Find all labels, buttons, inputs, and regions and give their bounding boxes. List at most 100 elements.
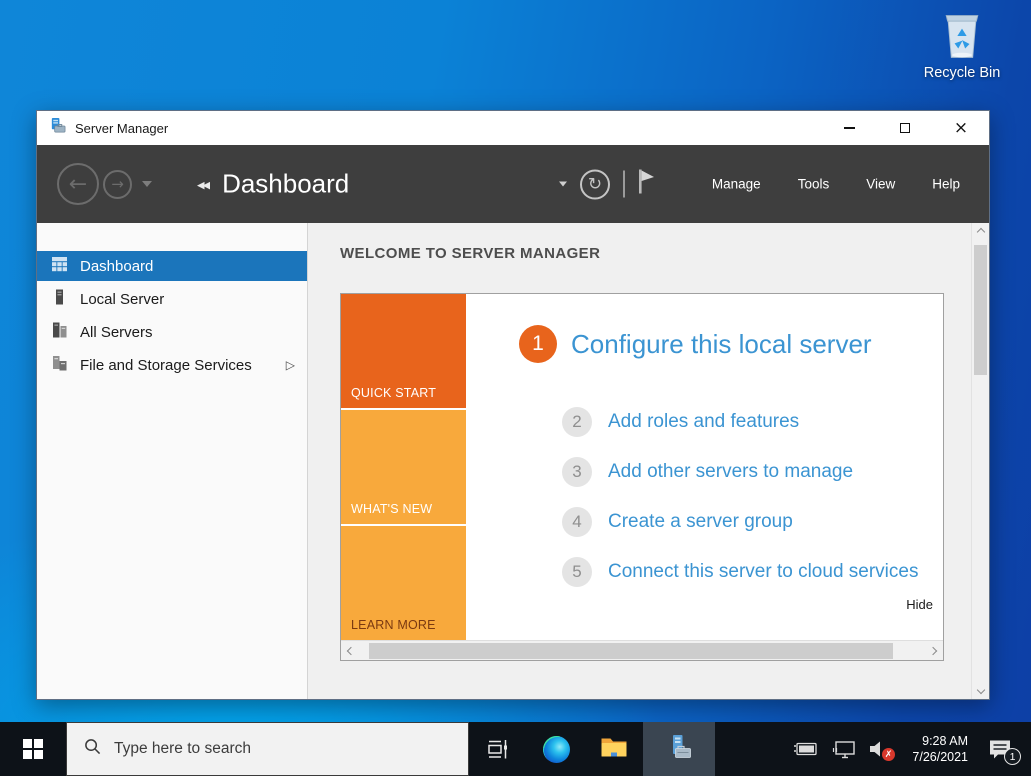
- step-link-label: Configure this local server: [571, 329, 872, 360]
- server-manager-app-icon: [49, 117, 66, 139]
- sidebar-item-label: Dashboard: [80, 258, 153, 275]
- taskbar-search[interactable]: [66, 722, 469, 776]
- close-icon: ×: [954, 120, 968, 137]
- taskbar-clock[interactable]: 9:28 AM 7/26/2021: [902, 733, 968, 766]
- clock-time: 9:28 AM: [902, 733, 968, 749]
- action-center-button[interactable]: 1: [987, 737, 1013, 761]
- taskbar: ✗ 9:28 AM 7/26/2021 1: [0, 722, 1031, 776]
- step-link-label: Add other servers to manage: [608, 461, 853, 483]
- local-server-icon: [51, 289, 68, 309]
- step-add-roles-features[interactable]: 2 Add roles and features: [562, 407, 799, 437]
- title-bar[interactable]: Server Manager ×: [37, 111, 989, 145]
- sidebar-item-label: Local Server: [80, 291, 164, 308]
- sidebar-item-label: All Servers: [80, 324, 153, 341]
- folder-icon: [600, 735, 628, 763]
- sidebar-item-local-server[interactable]: Local Server: [37, 284, 307, 314]
- hide-link[interactable]: Hide: [906, 597, 933, 612]
- welcome-heading: WELCOME TO SERVER MANAGER: [340, 245, 600, 262]
- step-number-badge: 5: [562, 557, 592, 587]
- breadcrumb-page-title: Dashboard: [222, 169, 349, 200]
- server-manager-icon: [665, 733, 693, 766]
- navigation-bar: ← → ◂◂ Dashboard ↻ Manage: [37, 145, 989, 223]
- window-title: Server Manager: [75, 121, 168, 136]
- menu-tools[interactable]: Tools: [798, 177, 830, 192]
- content-vertical-scrollbar[interactable]: [971, 223, 989, 699]
- step-create-server-group[interactable]: 4 Create a server group: [562, 507, 793, 537]
- sidebar-item-label: File and Storage Services: [80, 357, 252, 374]
- maximize-icon: [900, 123, 910, 133]
- menu-view[interactable]: View: [866, 177, 895, 192]
- minimize-button[interactable]: [821, 111, 877, 145]
- sidebar-item-all-servers[interactable]: All Servers: [37, 317, 307, 347]
- step-link-label: Add roles and features: [608, 411, 799, 433]
- recycle-bin[interactable]: Recycle Bin: [912, 10, 1012, 81]
- step-number-badge: 2: [562, 407, 592, 437]
- power-battery-icon[interactable]: [793, 741, 819, 757]
- search-input[interactable]: [114, 740, 414, 758]
- maximize-button[interactable]: [877, 111, 933, 145]
- scroll-left-icon[interactable]: [341, 641, 361, 660]
- refresh-dropdown-caret-icon[interactable]: [559, 182, 567, 187]
- step-add-other-servers[interactable]: 3 Add other servers to manage: [562, 457, 853, 487]
- tile-label: LEARN MORE: [351, 618, 436, 632]
- refresh-icon[interactable]: ↻: [580, 169, 610, 199]
- all-servers-icon: [51, 322, 68, 342]
- tab-whats-new[interactable]: WHAT'S NEW: [341, 410, 466, 524]
- sidebar-item-file-storage-services[interactable]: File and Storage Services ▷: [37, 350, 307, 380]
- tile-label: WHAT'S NEW: [351, 502, 432, 516]
- dashboard-grid-icon: [51, 256, 68, 276]
- back-button[interactable]: ←: [57, 163, 99, 205]
- recycle-bin-label: Recycle Bin: [912, 65, 1012, 81]
- notifications-flag-icon[interactable]: [638, 169, 655, 200]
- volume-muted-icon[interactable]: ✗: [869, 740, 889, 758]
- breadcrumb-collapse-icon[interactable]: ◂◂: [197, 175, 208, 193]
- menu-manage[interactable]: Manage: [712, 177, 761, 192]
- search-icon: [84, 738, 101, 760]
- server-manager-taskbar-button[interactable]: [643, 722, 715, 776]
- tab-learn-more[interactable]: LEARN MORE: [341, 526, 466, 640]
- notification-count-badge: 1: [1004, 748, 1021, 765]
- minimize-icon: [844, 127, 855, 129]
- network-icon[interactable]: [832, 740, 856, 759]
- step-number-badge: 4: [562, 507, 592, 537]
- recycle-bin-icon: [912, 10, 1012, 62]
- tile-label: QUICK START: [351, 386, 436, 400]
- toolbar-divider: [623, 171, 625, 198]
- step-configure-local-server[interactable]: 1 Configure this local server: [519, 325, 872, 363]
- tab-quick-start[interactable]: QUICK START: [341, 294, 466, 408]
- scroll-right-icon[interactable]: [923, 641, 943, 660]
- history-dropdown-caret-icon[interactable]: [142, 181, 152, 187]
- tile-column: QUICK START WHAT'S NEW LEARN MORE: [341, 294, 466, 640]
- task-view-button[interactable]: [469, 722, 527, 776]
- step-number-badge: 3: [562, 457, 592, 487]
- edge-browser-button[interactable]: [527, 722, 585, 776]
- file-explorer-button[interactable]: [585, 722, 643, 776]
- mute-x-badge: ✗: [882, 748, 895, 761]
- forward-button[interactable]: →: [103, 170, 132, 199]
- step-link-label: Connect this server to cloud services: [608, 561, 918, 583]
- step-connect-cloud-services[interactable]: 5 Connect this server to cloud services: [562, 557, 918, 587]
- vertical-scroll-thumb[interactable]: [974, 245, 987, 375]
- close-button[interactable]: ×: [933, 111, 989, 145]
- system-tray: ✗ 9:28 AM 7/26/2021 1: [793, 722, 1031, 776]
- scroll-up-icon[interactable]: [972, 223, 989, 241]
- horizontal-scroll-thumb[interactable]: [369, 643, 893, 659]
- menu-help[interactable]: Help: [932, 177, 960, 192]
- step-number-badge: 1: [519, 325, 557, 363]
- panel-horizontal-scrollbar[interactable]: [341, 640, 943, 660]
- submenu-arrow-icon: ▷: [286, 358, 295, 372]
- clock-date: 7/26/2021: [902, 749, 968, 765]
- windows-logo-icon: [23, 739, 43, 759]
- welcome-tile-panel: QUICK START WHAT'S NEW LEARN MORE 1: [340, 293, 944, 661]
- sidebar-nav: Dashboard Local Server: [37, 223, 308, 699]
- desktop: Recycle Bin Server Manager ×: [0, 0, 1031, 776]
- start-button[interactable]: [0, 722, 66, 776]
- edge-icon: [543, 736, 570, 763]
- sidebar-item-dashboard[interactable]: Dashboard: [37, 251, 307, 281]
- step-link-label: Create a server group: [608, 511, 793, 533]
- main-content: WELCOME TO SERVER MANAGER QUICK START WH…: [308, 223, 989, 699]
- quick-start-steps: 1 Configure this local server 2 Add role…: [466, 294, 943, 640]
- file-storage-icon: [51, 355, 68, 375]
- scroll-down-icon[interactable]: [972, 681, 989, 699]
- server-manager-window: Server Manager × ← → ◂◂ Dashboard ↻: [36, 110, 990, 700]
